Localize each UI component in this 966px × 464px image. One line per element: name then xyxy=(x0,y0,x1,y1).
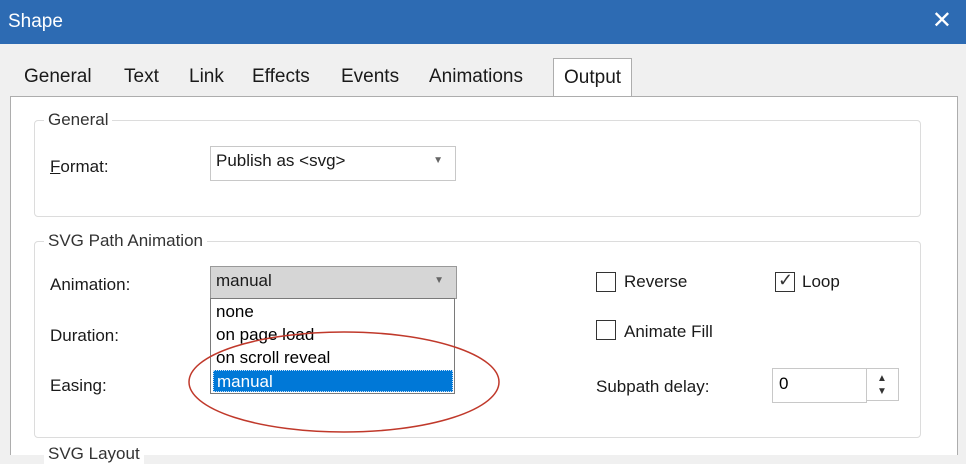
annotation-ellipse-shape xyxy=(188,331,500,433)
annotation-ellipse xyxy=(188,331,500,433)
